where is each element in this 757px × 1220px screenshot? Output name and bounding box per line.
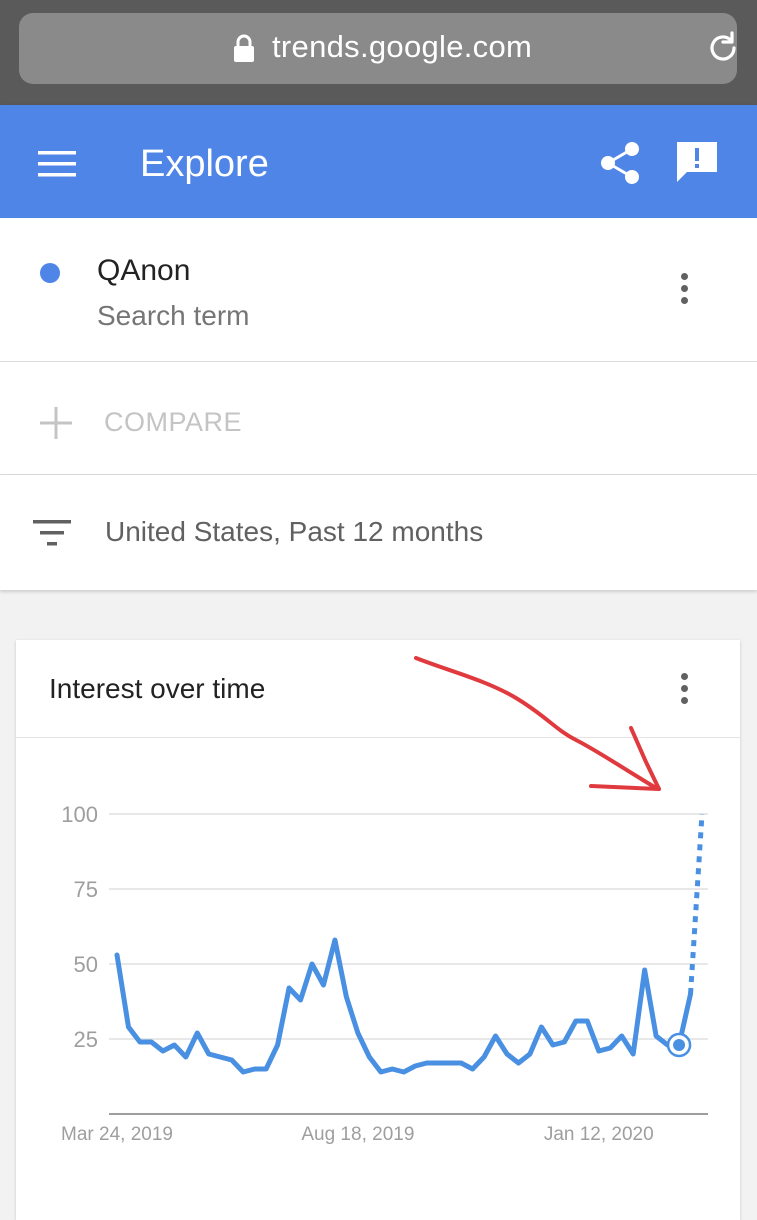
- series-line-partial: [688, 813, 705, 995]
- red-arrow-annotation: [414, 656, 661, 791]
- search-term-subtitle: Search term: [97, 300, 250, 331]
- address-bar[interactable]: trends.google.com: [19, 13, 737, 84]
- feedback-icon[interactable]: [675, 140, 719, 184]
- interest-over-time-card: Interest over time 100 75 50 25 Mar 24, 2019…: [16, 640, 740, 1220]
- y-tick-label: 25: [74, 1027, 98, 1052]
- compare-label: COMPARE: [104, 407, 243, 437]
- compare-row[interactable]: COMPARE: [0, 362, 757, 475]
- x-tick-label: Aug 18, 2019: [301, 1124, 414, 1145]
- reload-icon[interactable]: [705, 30, 741, 66]
- x-tick-label: Mar 24, 2019: [61, 1124, 173, 1145]
- data-point-marker-core: [673, 1039, 686, 1051]
- menu-icon[interactable]: [38, 151, 76, 177]
- y-tick-label: 50: [74, 952, 98, 977]
- share-icon[interactable]: [600, 141, 640, 185]
- filter-row[interactable]: United States, Past 12 months: [0, 475, 757, 590]
- url-text: trends.google.com: [272, 29, 533, 64]
- app-bar: Explore: [0, 105, 757, 218]
- page-title: Explore: [140, 143, 269, 185]
- lock-icon: [234, 34, 254, 62]
- y-tick-label: 75: [74, 877, 98, 902]
- series-line: [114, 937, 694, 1075]
- filter-label: United States, Past 12 months: [105, 516, 484, 547]
- search-term-name: QAnon: [97, 254, 191, 287]
- series-color-dot: [40, 263, 60, 283]
- term-more-options-icon[interactable]: [679, 273, 689, 307]
- search-term-row[interactable]: QAnon Search term: [0, 218, 757, 362]
- x-tick-label: Jan 12, 2020: [544, 1124, 654, 1145]
- browser-chrome: trends.google.com: [0, 0, 757, 105]
- plus-icon: [40, 407, 72, 439]
- filter-icon: [33, 520, 71, 546]
